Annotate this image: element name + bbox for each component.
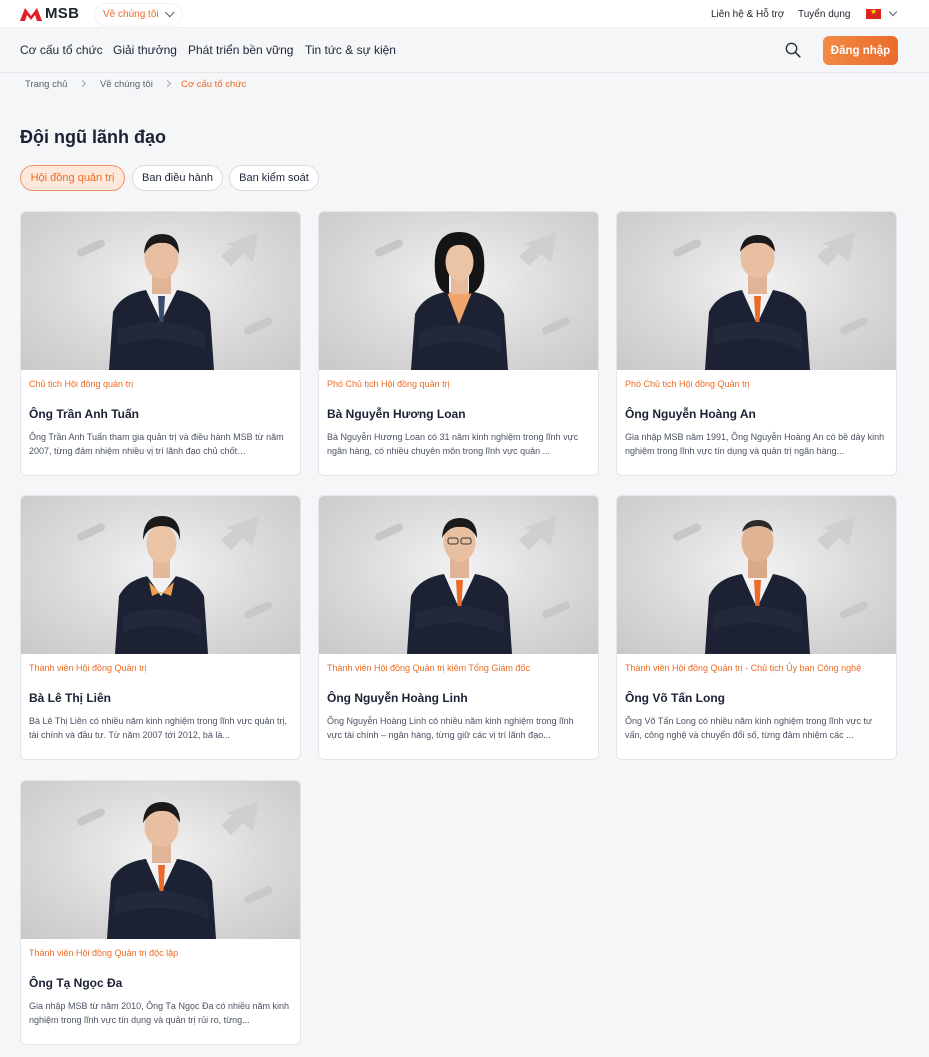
leader-description: Gia nhập MSB năm 1991, Ông Nguyễn Hoàng … bbox=[625, 432, 885, 456]
leader-description: Ông Võ Tấn Long có nhiều năm kinh nghiệm… bbox=[625, 716, 873, 740]
leader-card[interactable]: Chủ tịch Hội đồng quản trị Ông Trần Anh … bbox=[20, 211, 301, 476]
leader-card[interactable]: Phó Chủ tịch Hội đồng quản trị Bà Nguyễn… bbox=[318, 211, 599, 476]
chevron-right-icon bbox=[78, 79, 87, 88]
leader-card[interactable]: Thành viên Hội đồng Quản trị độc lập Ông… bbox=[20, 780, 301, 1045]
about-us-dropdown[interactable]: Về chúng tôi bbox=[95, 4, 182, 25]
leader-description: Bà Lê Thị Liên có nhiều năm kinh nghiệm … bbox=[29, 716, 288, 740]
leader-role: Thành viên Hội đồng Quản trị bbox=[29, 663, 147, 673]
main-nav: Cơ cấu tổ chức Giải thưởng Phát triển bề… bbox=[0, 28, 929, 73]
tab-board-of-directors[interactable]: Hội đồng quản trị bbox=[20, 165, 125, 191]
page-title: Đội ngũ lãnh đạo bbox=[20, 127, 166, 147]
leader-name: Ông Trần Anh Tuấn bbox=[29, 407, 139, 421]
leader-name: Ông Võ Tấn Long bbox=[625, 691, 725, 705]
about-us-label: Về chúng tôi bbox=[103, 9, 159, 20]
vietnam-flag-icon[interactable] bbox=[866, 7, 881, 19]
tab-executive-board[interactable]: Ban điều hành bbox=[132, 165, 223, 191]
leader-card[interactable]: Phó Chủ tịch Hội đồng Quản trị Ông Nguyễ… bbox=[616, 211, 897, 476]
nav-item-organization[interactable]: Cơ cấu tổ chức bbox=[20, 43, 103, 57]
leader-photo bbox=[21, 496, 300, 654]
breadcrumb-home[interactable]: Trang chủ bbox=[25, 79, 67, 90]
leader-photo bbox=[21, 781, 300, 939]
leader-role: Phó Chủ tịch Hội đồng Quản trị bbox=[625, 379, 750, 389]
leader-role: Thành viên Hội đồng Quản trị độc lập bbox=[29, 948, 179, 958]
chevron-down-icon[interactable] bbox=[888, 7, 898, 17]
leader-description: Ông Nguyễn Hoàng Linh có nhiều năm kinh … bbox=[327, 716, 574, 740]
leader-name: Bà Nguyễn Hương Loan bbox=[327, 407, 466, 421]
leader-photo bbox=[319, 496, 598, 654]
leader-role: Thành viên Hội đồng Quản trị kiêm Tổng G… bbox=[327, 663, 530, 673]
tab-supervisory-board[interactable]: Ban kiểm soát bbox=[229, 165, 319, 191]
leader-role: Chủ tịch Hội đồng quản trị bbox=[29, 379, 134, 389]
careers-link[interactable]: Tuyển dụng bbox=[798, 9, 850, 20]
top-bar: MSB Về chúng tôi Liên hệ & Hỗ trợ Tuyển … bbox=[0, 0, 929, 28]
msb-logo-icon bbox=[20, 7, 42, 21]
leader-name: Ông Nguyễn Hoàng An bbox=[625, 407, 756, 421]
nav-item-news[interactable]: Tin tức & sự kiện bbox=[305, 43, 396, 57]
search-icon[interactable] bbox=[785, 42, 801, 58]
leader-description: Ông Trần Anh Tuấn tham gia quản trị và đ… bbox=[29, 432, 284, 456]
leader-description: Gia nhập MSB từ năm 2010, Ông Tạ Ngọc Đa… bbox=[29, 1001, 290, 1025]
contact-support-link[interactable]: Liên hệ & Hỗ trợ bbox=[711, 9, 784, 20]
login-button[interactable]: Đăng nhập bbox=[823, 36, 898, 65]
leader-role: Thành viên Hội đồng Quản trị - Chủ tịch … bbox=[625, 663, 862, 673]
leader-name: Ông Tạ Ngọc Đa bbox=[29, 976, 123, 990]
brand-name: MSB bbox=[45, 5, 80, 22]
chevron-right-icon bbox=[163, 79, 172, 88]
breadcrumb-current: Cơ cấu tổ chức bbox=[181, 79, 247, 90]
nav-item-awards[interactable]: Giải thưởng bbox=[113, 43, 177, 57]
chevron-down-icon bbox=[164, 7, 175, 18]
leader-photo bbox=[319, 212, 598, 370]
nav-item-sustainability[interactable]: Phát triển bền vững bbox=[188, 43, 293, 57]
leader-name: Ông Nguyễn Hoàng Linh bbox=[327, 691, 468, 705]
leader-card[interactable]: Thành viên Hội đồng Quản trị kiêm Tổng G… bbox=[318, 495, 599, 760]
leader-photo bbox=[21, 212, 300, 370]
leader-card[interactable]: Thành viên Hội đồng Quản trị - Chủ tịch … bbox=[616, 495, 897, 760]
leader-description: Bà Nguyễn Hương Loan có 31 năm kinh nghi… bbox=[327, 432, 579, 456]
breadcrumb-about[interactable]: Về chúng tôi bbox=[100, 79, 153, 90]
leader-name: Bà Lê Thị Liên bbox=[29, 691, 112, 705]
leader-card[interactable]: Thành viên Hội đồng Quản trị Bà Lê Thị L… bbox=[20, 495, 301, 760]
leader-role: Phó Chủ tịch Hội đồng quản trị bbox=[327, 379, 450, 389]
leader-photo bbox=[617, 212, 896, 370]
leader-photo bbox=[617, 496, 896, 654]
msb-logo[interactable]: MSB bbox=[20, 5, 79, 22]
